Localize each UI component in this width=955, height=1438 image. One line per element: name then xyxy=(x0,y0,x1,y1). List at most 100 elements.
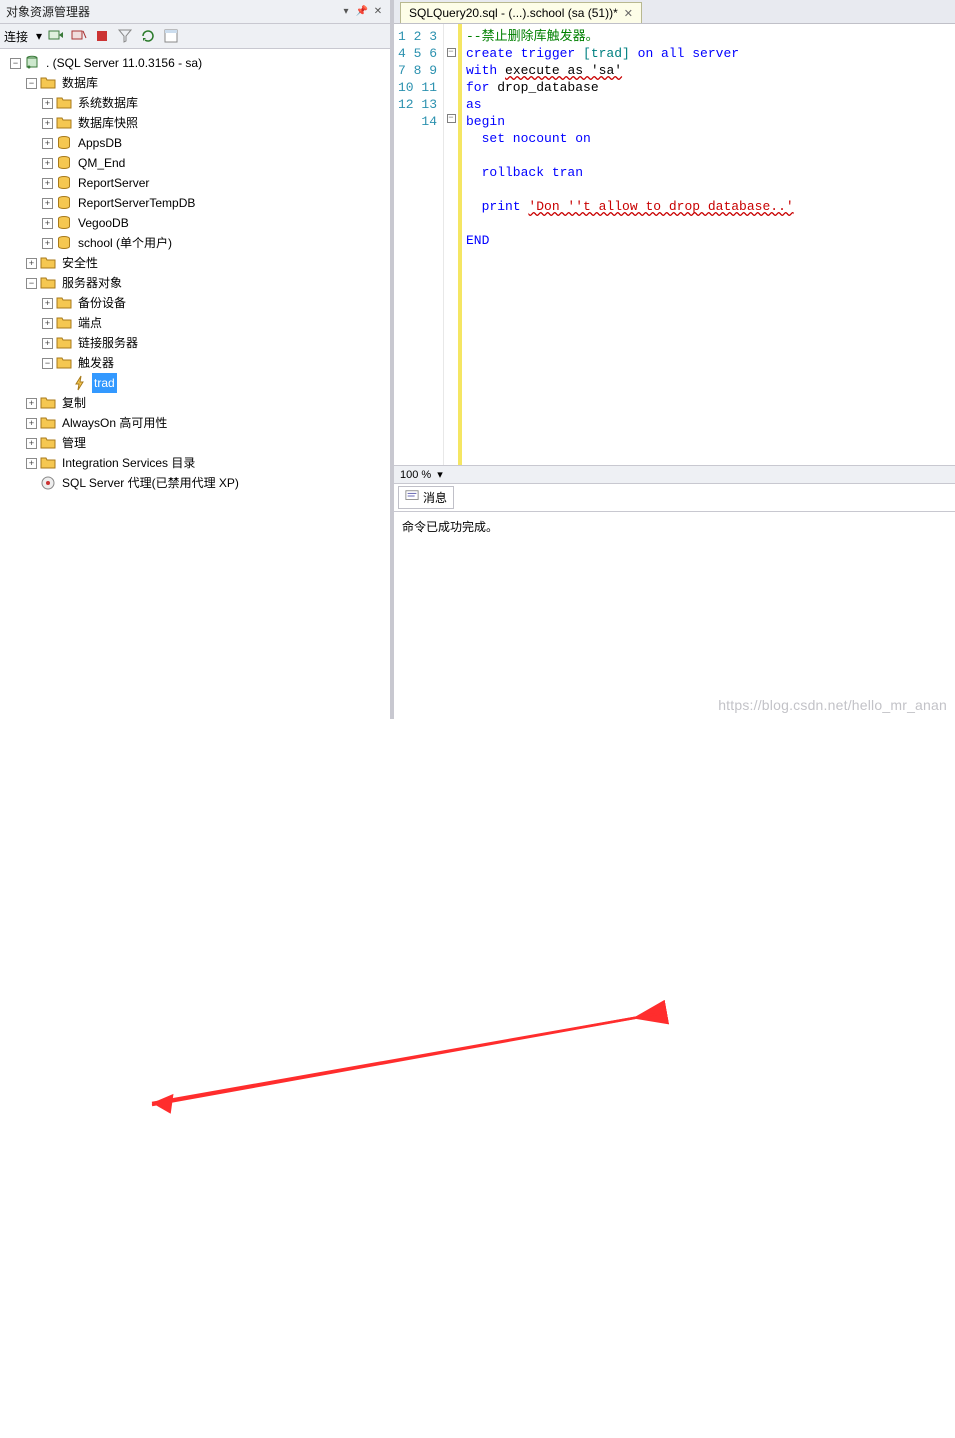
tree-database[interactable]: + ReportServerTempDB xyxy=(2,193,388,213)
tree-expander[interactable]: + xyxy=(26,438,37,449)
result-message: 命令已成功完成。 xyxy=(402,520,498,534)
trigger-icon xyxy=(72,375,88,391)
watermark: https://blog.csdn.net/hello_mr_anan xyxy=(718,697,947,713)
tree-expander[interactable]: + xyxy=(26,398,37,409)
connect-label[interactable]: 连接 xyxy=(4,28,28,45)
tree-label: 链接服务器 xyxy=(76,333,140,353)
tree-expander[interactable]: − xyxy=(10,58,21,69)
object-explorer-tree[interactable]: −. (SQL Server 11.0.3156 - sa)−数据库+系统数据库… xyxy=(0,49,390,719)
tree-root[interactable]: −. (SQL Server 11.0.3156 - sa) xyxy=(2,53,388,73)
fold-toggle[interactable]: − xyxy=(447,114,456,123)
tree-security[interactable]: +安全性 xyxy=(2,253,388,273)
tree-expander-blank xyxy=(58,378,69,389)
panel-header: 对象资源管理器 ▾ 📌 ✕ xyxy=(0,0,390,24)
folder-open-icon xyxy=(40,75,56,91)
message-icon xyxy=(405,489,419,506)
dropdown-icon[interactable]: ▾ xyxy=(340,6,352,18)
folder-open-icon xyxy=(56,355,72,371)
tree-database-school[interactable]: + school (单个用户) xyxy=(2,233,388,253)
tree-database[interactable]: + ReportServer xyxy=(2,173,388,193)
database-icon xyxy=(56,235,72,251)
tree-expander[interactable]: + xyxy=(42,198,53,209)
tree-triggers[interactable]: − 触发器 xyxy=(2,353,388,373)
zoom-value[interactable]: 100 % xyxy=(400,469,431,481)
tree-expander[interactable]: − xyxy=(42,358,53,369)
tree-expander[interactable]: + xyxy=(26,418,37,429)
tree-label: Integration Services 目录 xyxy=(60,453,197,473)
tree-label: ReportServerTempDB xyxy=(76,193,197,213)
tree-expander[interactable]: + xyxy=(26,258,37,269)
folder-closed-icon xyxy=(40,435,56,451)
database-icon xyxy=(56,135,72,151)
tree-expander[interactable]: − xyxy=(26,78,37,89)
tree-management[interactable]: +管理 xyxy=(2,433,388,453)
tree-database[interactable]: +QM_End xyxy=(2,153,388,173)
tree-item[interactable]: +数据库快照 xyxy=(2,113,388,133)
tree-expander[interactable]: − xyxy=(26,278,37,289)
tree-label: AppsDB xyxy=(76,133,124,153)
code-body[interactable]: --禁止删除库触发器。 create trigger [trad] on all… xyxy=(462,24,955,465)
tree-expander[interactable]: + xyxy=(42,338,53,349)
tree-database[interactable]: + AppsDB xyxy=(2,133,388,153)
disconnect-icon[interactable] xyxy=(70,27,88,45)
tree-item[interactable]: + 链接服务器 xyxy=(2,333,388,353)
panel-title: 对象资源管理器 xyxy=(6,3,90,20)
tree-item[interactable]: +备份设备 xyxy=(2,293,388,313)
tree-trigger-trad[interactable]: trad xyxy=(2,373,388,393)
tree-label: VegooDB xyxy=(76,213,131,233)
folder-closed-icon xyxy=(56,95,72,111)
tree-label: 触发器 xyxy=(76,353,116,373)
agent-icon xyxy=(40,475,56,491)
tree-label: 复制 xyxy=(60,393,88,413)
tree-expander[interactable]: + xyxy=(42,298,53,309)
tree-expander[interactable]: + xyxy=(42,98,53,109)
tree-replication[interactable]: + 复制 xyxy=(2,393,388,413)
properties-icon[interactable] xyxy=(162,27,180,45)
tree-label: 服务器对象 xyxy=(60,273,124,293)
tree-databases[interactable]: − 数据库 xyxy=(2,73,388,93)
folder-closed-icon xyxy=(56,315,72,331)
tree-label: ReportServer xyxy=(76,173,151,193)
fold-column[interactable]: −− xyxy=(444,24,458,465)
filter-icon[interactable] xyxy=(116,27,134,45)
refresh-icon[interactable] xyxy=(139,27,157,45)
close-icon[interactable]: ✕ xyxy=(372,6,384,18)
stop-icon[interactable] xyxy=(93,27,111,45)
fold-toggle[interactable]: − xyxy=(447,48,456,57)
tab-label: SQLQuery20.sql - (...).school (sa (51))* xyxy=(409,6,618,20)
tree-integration[interactable]: + Integration Services 目录 xyxy=(2,453,388,473)
tree-item[interactable]: +端点 xyxy=(2,313,388,333)
messages-body: 命令已成功完成。 xyxy=(394,512,955,719)
tree-sql-agent[interactable]: SQL Server 代理(已禁用代理 XP) xyxy=(2,473,388,493)
database-icon xyxy=(56,175,72,191)
folder-closed-icon xyxy=(40,455,56,471)
tree-alwayson[interactable]: +AlwaysOn 高可用性 xyxy=(2,413,388,433)
tree-label: school (单个用户) xyxy=(76,233,174,253)
zoom-dropdown-icon[interactable]: ▾ xyxy=(437,468,443,481)
tree-database[interactable]: + VegooDB xyxy=(2,213,388,233)
connect-icon[interactable] xyxy=(47,27,65,45)
tree-expander[interactable]: + xyxy=(42,178,53,189)
tree-expander[interactable]: + xyxy=(42,318,53,329)
tree-label: 系统数据库 xyxy=(76,93,140,113)
tree-expander[interactable]: + xyxy=(42,238,53,249)
messages-tab[interactable]: 消息 xyxy=(398,486,454,509)
tree-expander[interactable]: + xyxy=(42,218,53,229)
code-editor[interactable]: 1 2 3 4 5 6 7 8 9 10 11 12 13 14 −− --禁止… xyxy=(394,24,955,465)
folder-closed-icon xyxy=(40,395,56,411)
editor-panel: SQLQuery20.sql - (...).school (sa (51))*… xyxy=(394,0,955,719)
editor-tab[interactable]: SQLQuery20.sql - (...).school (sa (51))*… xyxy=(400,2,642,23)
database-icon xyxy=(56,155,72,171)
tree-server-objects[interactable]: − 服务器对象 xyxy=(2,273,388,293)
messages-tab-label: 消息 xyxy=(423,489,447,506)
tab-close-icon[interactable]: ✕ xyxy=(624,7,633,20)
tree-item[interactable]: + 系统数据库 xyxy=(2,93,388,113)
tree-expander[interactable]: + xyxy=(42,118,53,129)
tree-expander-blank xyxy=(26,478,37,489)
tree-expander[interactable]: + xyxy=(42,138,53,149)
pin-icon[interactable]: 📌 xyxy=(356,6,368,18)
tree-expander[interactable]: + xyxy=(42,158,53,169)
object-explorer-toolbar: 连接▾ xyxy=(0,24,390,49)
tree-expander[interactable]: + xyxy=(26,458,37,469)
tree-label: 数据库 xyxy=(60,73,100,93)
